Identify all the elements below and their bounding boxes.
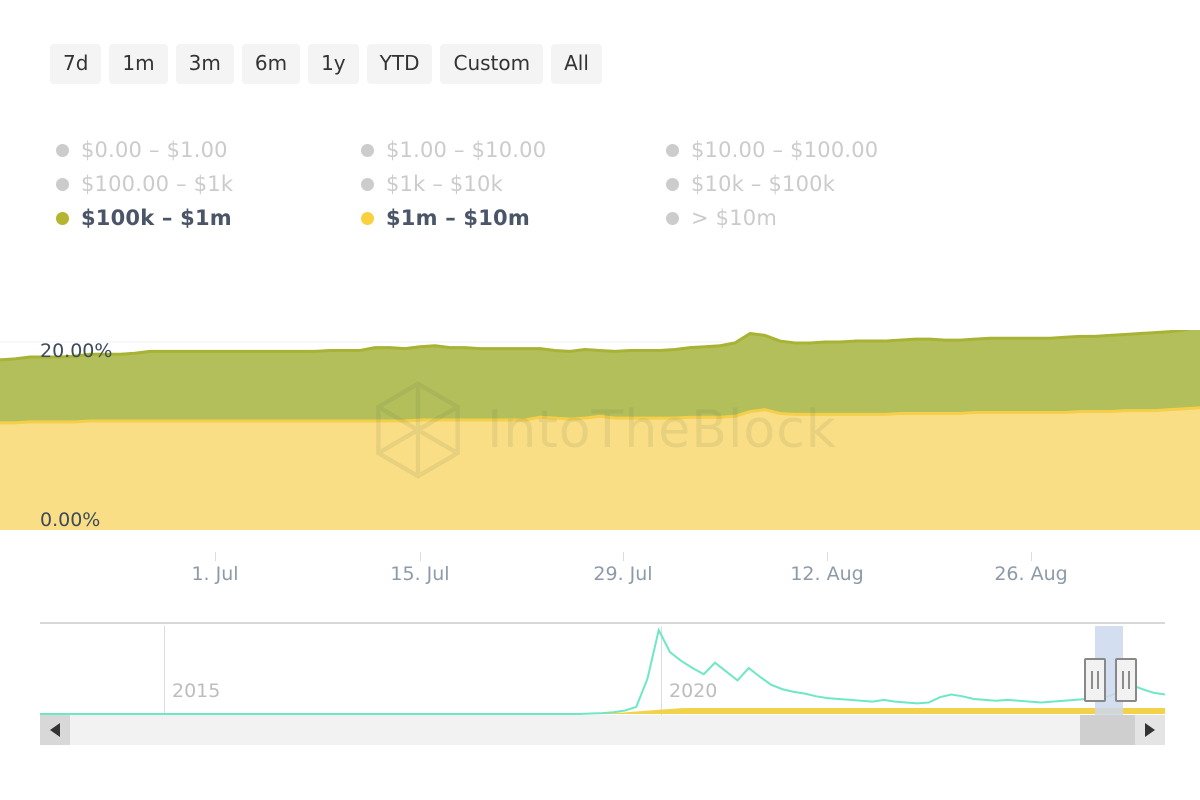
main-chart-plot[interactable] (0, 330, 1200, 550)
arrow-right-icon (1145, 723, 1155, 737)
arrow-left-icon (50, 723, 60, 737)
legend-item-label: $10.00 – $100.00 (691, 138, 879, 162)
navigator-plot[interactable]: 2015 2020 (40, 624, 1165, 720)
navigator[interactable]: 2015 2020 (40, 622, 1165, 722)
x-axis-tick-label: 1. Jul (191, 563, 239, 585)
area-series-100k-1m (0, 330, 1200, 423)
x-axis-tick-label: 12. Aug (790, 563, 864, 585)
legend-item-label: $100k – $1m (81, 206, 232, 230)
navigator-scrollbar[interactable] (40, 715, 1165, 745)
range-button-ytd[interactable]: YTD (366, 44, 433, 84)
legend-item-8[interactable]: > $10m (666, 206, 971, 230)
legend-item-7[interactable]: $1m – $10m (361, 206, 666, 230)
legend-item-label: $1m – $10m (386, 206, 530, 230)
handle-grip-bar (1128, 671, 1130, 689)
legend-dot-icon (666, 177, 679, 191)
x-axis: 1. Jul 15. Jul 29. Jul 12. Aug 26. Aug (0, 552, 1200, 586)
legend-item-4[interactable]: $1k – $10k (361, 172, 666, 196)
legend-item-label: $0.00 – $1.00 (81, 138, 228, 162)
legend-item-6[interactable]: $100k – $1m (56, 206, 361, 230)
legend-item-label: $1k – $10k (386, 172, 503, 196)
range-button-1m[interactable]: 1m (109, 44, 168, 84)
scrollbar-thumb[interactable] (1080, 715, 1135, 745)
legend-item-5[interactable]: $10k – $100k (666, 172, 971, 196)
legend-item-3[interactable]: $100.00 – $1k (56, 172, 361, 196)
legend-item-0[interactable]: $0.00 – $1.00 (56, 138, 361, 162)
range-button-1y[interactable]: 1y (308, 44, 359, 84)
x-axis-tick-mark (1031, 552, 1032, 561)
legend-dot-icon (361, 177, 374, 191)
x-axis-tick-label: 26. Aug (994, 563, 1068, 585)
legend-dot-icon (56, 177, 69, 191)
range-selector: 7d 1m 3m 6m 1y YTD Custom All (50, 44, 602, 84)
navigator-handle-left[interactable] (1084, 658, 1106, 702)
scrollbar-track[interactable] (40, 715, 1165, 745)
navigator-series-plot (40, 627, 1165, 715)
y-axis-label-bottom: 0.00% (40, 509, 101, 531)
x-axis-tick-mark (623, 552, 624, 561)
y-axis-label-top: 20.00% (40, 340, 113, 362)
x-axis-tick-label: 15. Jul (390, 563, 450, 585)
handle-grip-bar (1122, 671, 1124, 689)
navigator-line-series (40, 627, 1165, 715)
legend-item-label: $1.00 – $10.00 (386, 138, 547, 162)
navigator-handle-right[interactable] (1115, 658, 1137, 702)
legend-dot-icon (361, 143, 374, 157)
legend-dot-icon (361, 211, 374, 225)
legend-item-2[interactable]: $10.00 – $100.00 (666, 138, 971, 162)
x-axis-tick-mark (215, 552, 216, 561)
range-button-7d[interactable]: 7d (50, 44, 102, 84)
chart-legend: $0.00 – $1.00 $1.00 – $10.00 $10.00 – $100… (56, 133, 971, 235)
legend-item-label: $100.00 – $1k (81, 172, 234, 196)
legend-dot-icon (666, 211, 679, 225)
range-button-6m[interactable]: 6m (241, 44, 301, 84)
legend-dot-icon (56, 143, 69, 157)
legend-item-label: $10k – $100k (691, 172, 836, 196)
range-button-all[interactable]: All (551, 44, 602, 84)
scroll-left-button[interactable] (40, 715, 70, 745)
x-axis-tick-mark (827, 552, 828, 561)
area-series-1m-10m (0, 407, 1200, 530)
legend-item-1[interactable]: $1.00 – $10.00 (361, 138, 666, 162)
legend-item-label: > $10m (691, 206, 778, 230)
x-axis-tick-mark (420, 552, 421, 561)
range-button-3m[interactable]: 3m (175, 44, 234, 84)
x-axis-tick-label: 29. Jul (593, 563, 653, 585)
main-chart[interactable]: IntoTheBlock 20.00% 0.00% 1. Jul15. Jul2… (0, 330, 1200, 590)
legend-dot-icon (56, 211, 69, 225)
legend-dot-icon (666, 143, 679, 157)
scroll-right-button[interactable] (1135, 715, 1165, 745)
range-button-custom[interactable]: Custom (440, 44, 544, 84)
handle-grip-bar (1097, 671, 1099, 689)
handle-grip-bar (1091, 671, 1093, 689)
